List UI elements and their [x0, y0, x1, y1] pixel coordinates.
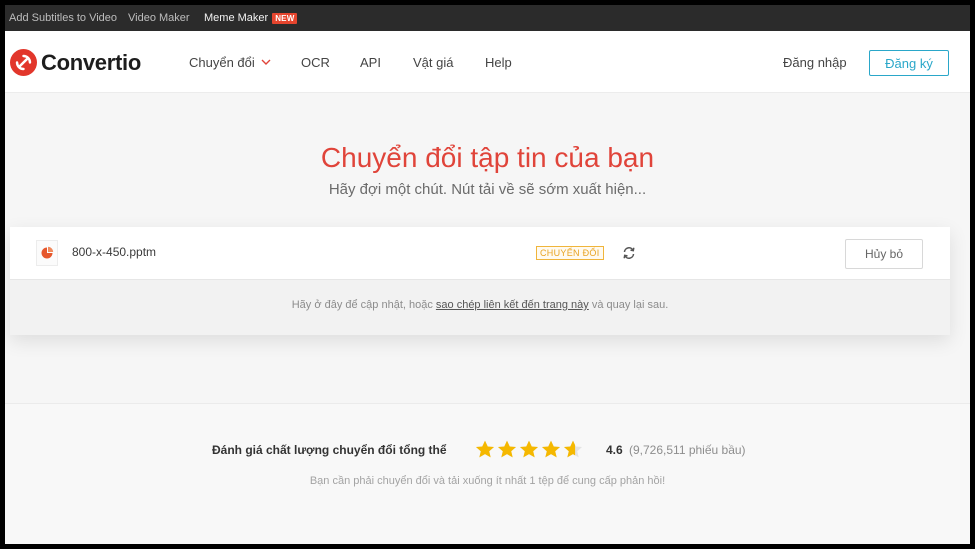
login-link[interactable]: Đăng nhập [783, 31, 847, 93]
rating-votes: (9,726,511 phiếu bầu) [629, 443, 746, 457]
top-link-video-maker[interactable]: Video Maker [128, 12, 190, 24]
rating-section [5, 404, 970, 544]
copy-link[interactable]: sao chép liên kết đến trang này [436, 299, 589, 311]
chevron-down-icon [261, 59, 271, 65]
nav-help[interactable]: Help [485, 31, 512, 93]
top-link-add-subtitles[interactable]: Add Subtitles to Video [9, 12, 117, 24]
browser-page: Add Subtitles to Video Video Maker Meme … [5, 5, 970, 544]
signup-button[interactable]: Đăng ký [869, 50, 949, 76]
star-rating[interactable] [474, 439, 584, 459]
nav-convert-dropdown[interactable]: Chuyển đổi [189, 31, 271, 93]
nav-api[interactable]: API [360, 31, 381, 93]
logo[interactable]: Convertio [10, 49, 141, 76]
rating-label: Đánh giá chất lượng chuyển đổi tổng thể [212, 443, 447, 457]
star-icon[interactable] [540, 439, 562, 459]
site-header: Convertio Chuyển đổi OCR API Vật giá Hel… [5, 31, 970, 93]
top-strip: Add Subtitles to Video Video Maker Meme … [5, 5, 970, 31]
nav-convert-label: Chuyển đổi [189, 54, 255, 70]
stay-note-text: Hãy ở đây để cập nhật, hoặc [291, 299, 436, 311]
cancel-button[interactable]: Hủy bỏ [845, 239, 923, 269]
status-badge: CHUYỂN ĐỔI [536, 246, 604, 260]
star-icon[interactable] [496, 439, 518, 459]
new-badge: NEW [272, 12, 298, 24]
file-row: 800-x-450.pptm CHUYỂN ĐỔI Hủy bỏ [10, 227, 950, 280]
star-icon[interactable] [474, 439, 496, 459]
star-icon[interactable] [518, 439, 540, 459]
convertio-logo-icon [10, 49, 37, 76]
pptm-file-icon [36, 240, 58, 266]
top-link-meme-maker[interactable]: Meme Maker NEW [204, 12, 298, 24]
brand-name: Convertio [41, 49, 141, 75]
stay-note: Hãy ở đây để cập nhật, hoặc sao chép liê… [10, 299, 950, 311]
nav-pricing[interactable]: Vật giá [413, 31, 453, 93]
page-subtitle: Hãy đợi một chút. Nút tải về sẽ sớm xuất… [328, 181, 647, 198]
file-card: 800-x-450.pptm CHUYỂN ĐỔI Hủy bỏ Hãy ở đ… [10, 227, 950, 335]
rating-note: Bạn cần phải chuyển đổi và tải xuống ít … [309, 475, 666, 487]
file-name: 800-x-450.pptm [72, 245, 157, 259]
stay-note-text-end: và quay lại sau. [588, 299, 669, 311]
refresh-icon [622, 246, 636, 260]
nav-ocr[interactable]: OCR [301, 31, 330, 93]
star-icon[interactable] [562, 439, 584, 459]
page-title: Chuyển đổi tập tin của bạn [320, 142, 655, 173]
rating-score: 4.6 [606, 443, 623, 457]
top-link-meme-maker-label: Meme Maker [204, 12, 269, 24]
